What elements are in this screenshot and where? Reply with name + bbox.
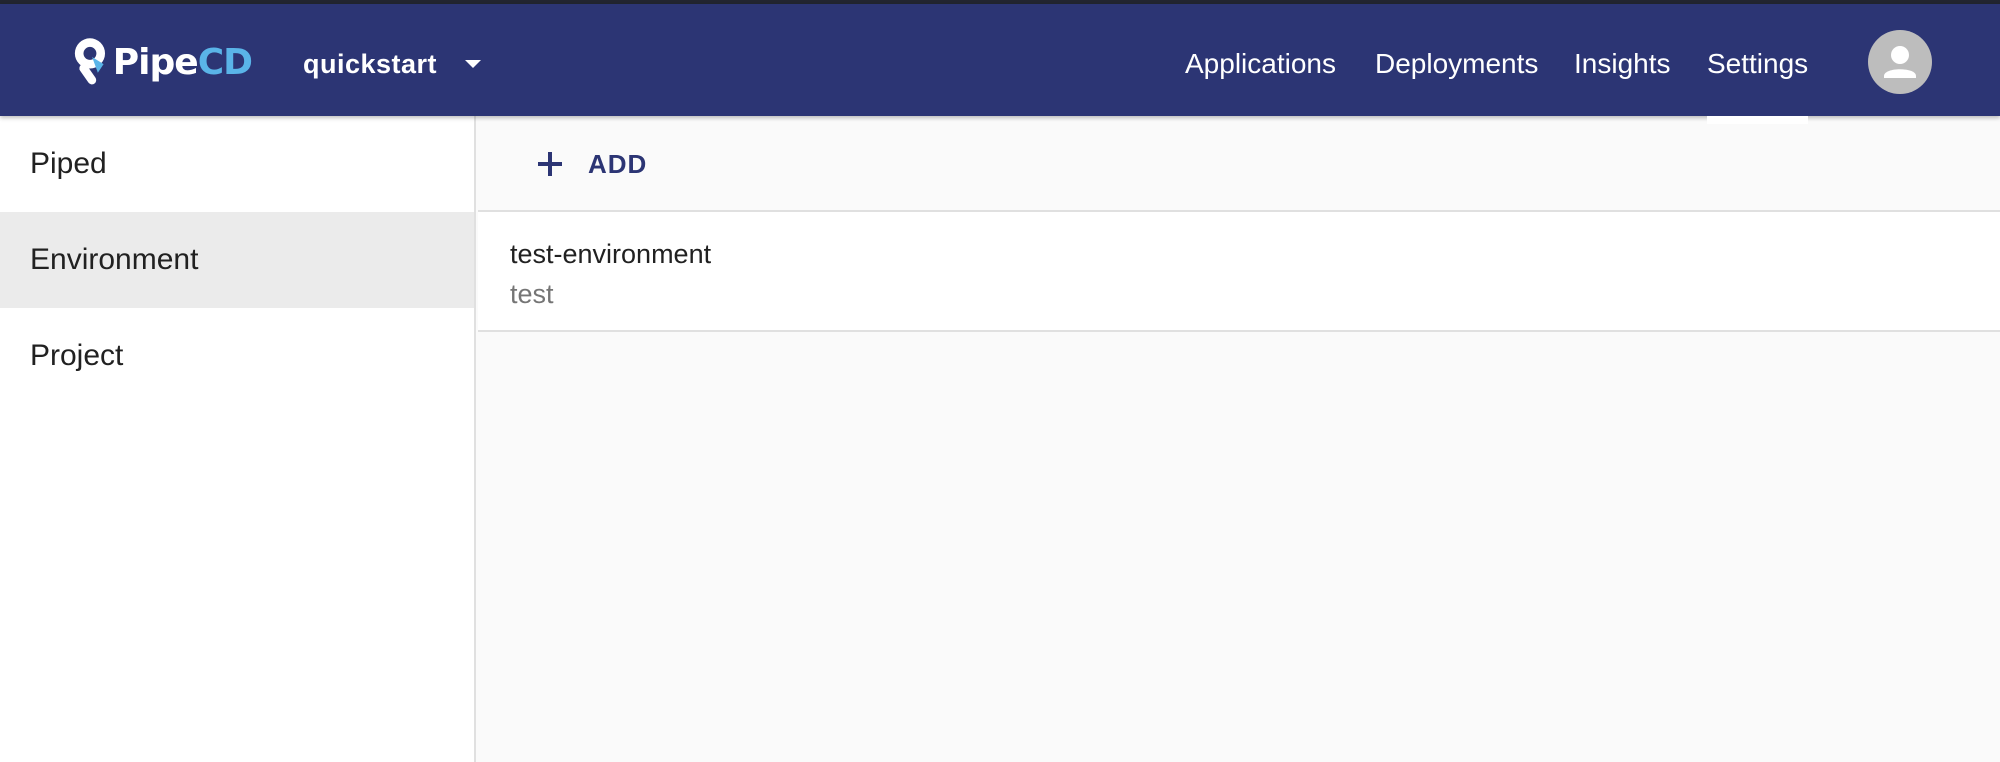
environment-list-item[interactable]: test-environment test	[478, 212, 2000, 332]
pipecd-logo-icon	[74, 38, 106, 85]
environment-description: test	[510, 279, 554, 309]
add-button-label: ADD	[588, 148, 648, 179]
sidebar-item-piped[interactable]: Piped	[0, 116, 474, 212]
environment-toolbar: ADD	[478, 116, 2000, 212]
logo-text: PipeCD	[112, 41, 253, 83]
pipecd-logo[interactable]: PipeCD	[72, 24, 253, 100]
logo-text-pipe: Pipe	[112, 41, 199, 83]
add-environment-button[interactable]: ADD	[538, 140, 647, 188]
chevron-down-icon	[465, 60, 482, 68]
nav-applications[interactable]: Applications	[1185, 8, 1336, 120]
user-avatar[interactable]	[1868, 30, 1932, 94]
logo-text-cd: CD	[197, 41, 253, 83]
nav-settings[interactable]: Settings	[1707, 8, 1809, 124]
plus-icon	[538, 152, 562, 176]
environment-panel: ADD test-environment test	[478, 116, 2000, 762]
project-selector[interactable]: quickstart	[303, 42, 482, 86]
sidebar-item-environment[interactable]: Environment	[0, 212, 474, 308]
environment-name: test-environment	[510, 239, 712, 269]
user-avatar-icon	[1884, 46, 1916, 78]
settings-sidebar: Piped Environment Project	[0, 116, 476, 762]
nav-deployments[interactable]: Deployments	[1375, 8, 1538, 120]
project-name: quickstart	[303, 48, 438, 79]
sidebar-item-project[interactable]: Project	[0, 308, 474, 404]
app-bar: PipeCD quickstart Applications Deploymen…	[0, 4, 2000, 124]
nav-insights[interactable]: Insights	[1574, 8, 1671, 120]
